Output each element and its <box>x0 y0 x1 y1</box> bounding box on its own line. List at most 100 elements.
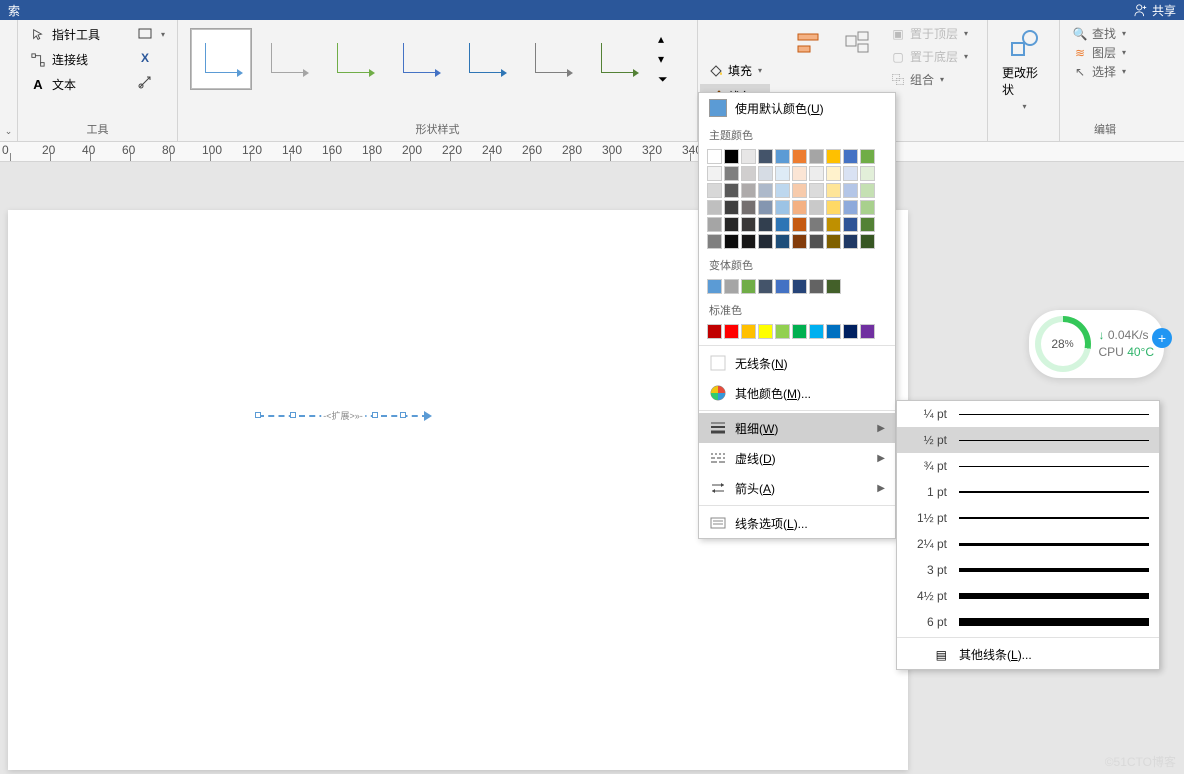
gallery-up[interactable]: ▴ <box>656 30 670 48</box>
color-swatch[interactable] <box>809 217 824 232</box>
color-swatch[interactable] <box>860 200 875 215</box>
color-swatch[interactable] <box>860 166 875 181</box>
color-swatch[interactable] <box>860 217 875 232</box>
color-swatch[interactable] <box>775 183 790 198</box>
weight-other-option[interactable]: ▤其他线条(L)... <box>897 640 1159 669</box>
color-swatch[interactable] <box>775 234 790 249</box>
handle-mid3[interactable] <box>400 412 406 418</box>
color-swatch[interactable] <box>724 183 739 198</box>
color-swatch[interactable] <box>826 149 841 164</box>
weight-option[interactable]: 2¼ pt <box>897 531 1159 557</box>
gallery-more[interactable]: ⏷ <box>656 70 670 89</box>
color-swatch[interactable] <box>707 217 722 232</box>
color-swatch[interactable] <box>775 200 790 215</box>
color-swatch[interactable] <box>843 166 858 181</box>
color-swatch[interactable] <box>758 183 773 198</box>
color-swatch[interactable] <box>775 324 790 339</box>
weight-option[interactable]: ½ pt <box>897 427 1159 453</box>
color-swatch[interactable] <box>792 166 807 181</box>
color-swatch[interactable] <box>826 200 841 215</box>
color-swatch[interactable] <box>707 149 722 164</box>
color-swatch[interactable] <box>758 166 773 181</box>
weight-option[interactable]: 4½ pt <box>897 583 1159 609</box>
color-swatch[interactable] <box>775 217 790 232</box>
color-swatch[interactable] <box>826 324 841 339</box>
bring-front-button[interactable]: ▣置于顶层▾ <box>886 24 972 43</box>
weight-option[interactable]: ¼ pt <box>897 401 1159 427</box>
color-swatch[interactable] <box>741 200 756 215</box>
selected-connector[interactable]: -<扩展>»- <box>258 410 428 422</box>
color-swatch[interactable] <box>724 200 739 215</box>
color-swatch[interactable] <box>792 324 807 339</box>
style-thumb-3[interactable] <box>322 28 384 90</box>
color-swatch[interactable] <box>707 166 722 181</box>
handle-start[interactable] <box>255 412 261 418</box>
connector-tool[interactable]: 连接线 <box>26 49 133 70</box>
style-thumb-7[interactable] <box>586 28 648 90</box>
style-gallery[interactable]: ▴ ▾ ⏷ <box>186 24 674 94</box>
color-swatch[interactable] <box>792 183 807 198</box>
group-collapse[interactable]: ⌄ <box>0 20 18 141</box>
color-swatch[interactable] <box>724 149 739 164</box>
color-swatch[interactable] <box>809 149 824 164</box>
color-swatch[interactable] <box>758 324 773 339</box>
color-swatch[interactable] <box>707 183 722 198</box>
color-swatch[interactable] <box>792 200 807 215</box>
color-swatch[interactable] <box>843 234 858 249</box>
monitor-add-button[interactable]: + <box>1152 328 1172 348</box>
gallery-down[interactable]: ▾ <box>656 50 670 68</box>
weight-option[interactable]: 1 pt <box>897 479 1159 505</box>
color-swatch[interactable] <box>860 324 875 339</box>
menu-no-line[interactable]: 无线条(N) <box>699 348 895 378</box>
color-swatch[interactable] <box>860 234 875 249</box>
select-button[interactable]: ↖选择▾ <box>1068 62 1130 81</box>
color-swatch[interactable] <box>724 324 739 339</box>
conn-point-tool[interactable] <box>133 72 169 92</box>
color-swatch[interactable] <box>775 279 790 294</box>
color-swatch[interactable] <box>826 234 841 249</box>
color-swatch[interactable] <box>758 234 773 249</box>
color-swatch[interactable] <box>758 279 773 294</box>
color-swatch[interactable] <box>809 279 824 294</box>
color-swatch[interactable] <box>843 200 858 215</box>
group-button[interactable]: ⿻组合▾ <box>886 70 972 89</box>
color-swatch[interactable] <box>741 234 756 249</box>
color-swatch[interactable] <box>809 234 824 249</box>
color-swatch[interactable] <box>860 183 875 198</box>
color-swatch[interactable] <box>792 149 807 164</box>
color-swatch[interactable] <box>707 324 722 339</box>
change-shape-button[interactable]: 更改形状▾ <box>996 24 1051 115</box>
layers-button[interactable]: ≋图层▾ <box>1068 43 1130 62</box>
weight-option[interactable]: 3 pt <box>897 557 1159 583</box>
menu-other-colors[interactable]: 其他颜色(M)... <box>699 378 895 408</box>
color-swatch[interactable] <box>843 149 858 164</box>
color-swatch[interactable] <box>707 200 722 215</box>
color-swatch[interactable] <box>826 166 841 181</box>
weight-option[interactable]: 1½ pt <box>897 505 1159 531</box>
style-thumb-1[interactable] <box>190 28 252 90</box>
style-thumb-4[interactable] <box>388 28 450 90</box>
color-swatch[interactable] <box>826 217 841 232</box>
color-swatch[interactable] <box>707 279 722 294</box>
color-swatch[interactable] <box>860 149 875 164</box>
handle-mid2[interactable] <box>372 412 378 418</box>
color-swatch[interactable] <box>826 279 841 294</box>
color-swatch[interactable] <box>792 279 807 294</box>
color-swatch[interactable] <box>724 166 739 181</box>
share-button[interactable]: 共享 <box>1134 2 1176 19</box>
menu-default-color[interactable]: 使用默认颜色(U) <box>699 93 895 123</box>
position-button[interactable] <box>836 24 880 64</box>
menu-weight[interactable]: 粗细(W) ▶ <box>699 413 895 443</box>
color-swatch[interactable] <box>758 149 773 164</box>
menu-arrows[interactable]: 箭头(A) ▶ <box>699 473 895 503</box>
color-swatch[interactable] <box>809 183 824 198</box>
color-swatch[interactable] <box>843 324 858 339</box>
color-swatch[interactable] <box>809 166 824 181</box>
find-button[interactable]: 🔍查找▾ <box>1068 24 1130 43</box>
fill-button[interactable]: 填充▾ <box>700 58 770 83</box>
color-swatch[interactable] <box>792 217 807 232</box>
color-swatch[interactable] <box>775 149 790 164</box>
color-swatch[interactable] <box>724 279 739 294</box>
style-thumb-2[interactable] <box>256 28 318 90</box>
color-swatch[interactable] <box>741 324 756 339</box>
